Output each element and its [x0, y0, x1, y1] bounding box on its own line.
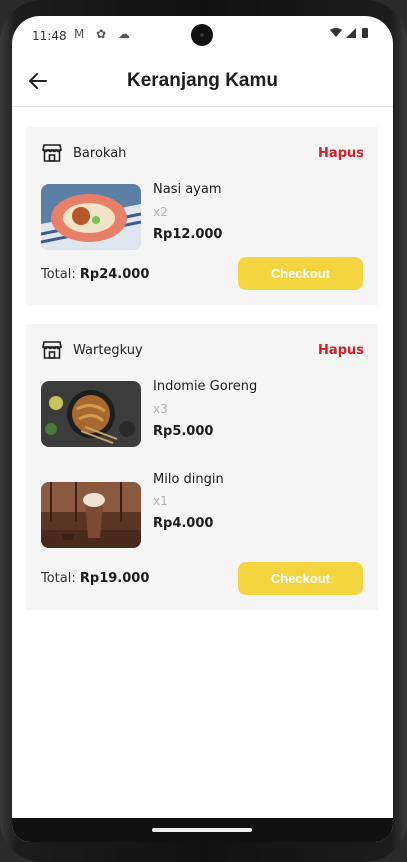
- item-quantity: x1: [153, 494, 168, 508]
- item-quantity: x2: [153, 205, 168, 219]
- item-quantity: x3: [153, 402, 168, 416]
- store-icon: [42, 144, 62, 162]
- store-icon: [42, 341, 62, 359]
- notification-icons: M ✿ ☁: [74, 27, 135, 41]
- delete-store-button[interactable]: Hapus: [318, 146, 364, 161]
- store-card-wartegkuy: Wartegkuy Hapus Indomie Goreng x3 Rp5.00…: [26, 324, 378, 610]
- app-bar: Keranjang Kamu: [12, 60, 393, 107]
- milo-dingin-image: [41, 482, 141, 548]
- status-time: 11:48: [32, 29, 67, 43]
- total-label-text: Total:: [41, 267, 76, 282]
- item-name: Milo dingin: [153, 472, 224, 487]
- total-label: Total: Rp24.000: [41, 267, 149, 282]
- system-nav-bar: [12, 818, 393, 842]
- total-value: Rp19.000: [79, 571, 150, 586]
- total-label: Total: Rp19.000: [41, 571, 149, 586]
- item-price: Rp12.000: [153, 227, 223, 242]
- signal-battery-icons: [329, 27, 375, 42]
- store-name: Barokah: [73, 146, 127, 161]
- checkout-button[interactable]: Checkout: [238, 257, 363, 290]
- total-label-text: Total:: [41, 571, 76, 586]
- page-title: Keranjang Kamu: [127, 70, 278, 91]
- item-price: Rp4.000: [153, 516, 214, 531]
- store-card-barokah: Barokah Hapus Nasi ayam x2 Rp12.000 Tota…: [26, 127, 378, 305]
- camera-icon: [191, 24, 213, 46]
- home-gesture-handle[interactable]: [152, 828, 252, 832]
- status-bar: 11:48 M ✿ ☁: [12, 16, 393, 54]
- nasi-ayam-image: [41, 184, 141, 250]
- indomie-goreng-image: [41, 381, 141, 447]
- total-value: Rp24.000: [79, 267, 150, 282]
- item-name: Indomie Goreng: [153, 379, 258, 394]
- item-name: Nasi ayam: [153, 182, 222, 197]
- screen: 11:48 M ✿ ☁ Keranjang Kamu Barokah Hapus: [12, 16, 393, 842]
- delete-store-button[interactable]: Hapus: [318, 343, 364, 358]
- item-price: Rp5.000: [153, 424, 214, 439]
- store-name: Wartegkuy: [73, 343, 143, 358]
- checkout-button[interactable]: Checkout: [238, 562, 363, 595]
